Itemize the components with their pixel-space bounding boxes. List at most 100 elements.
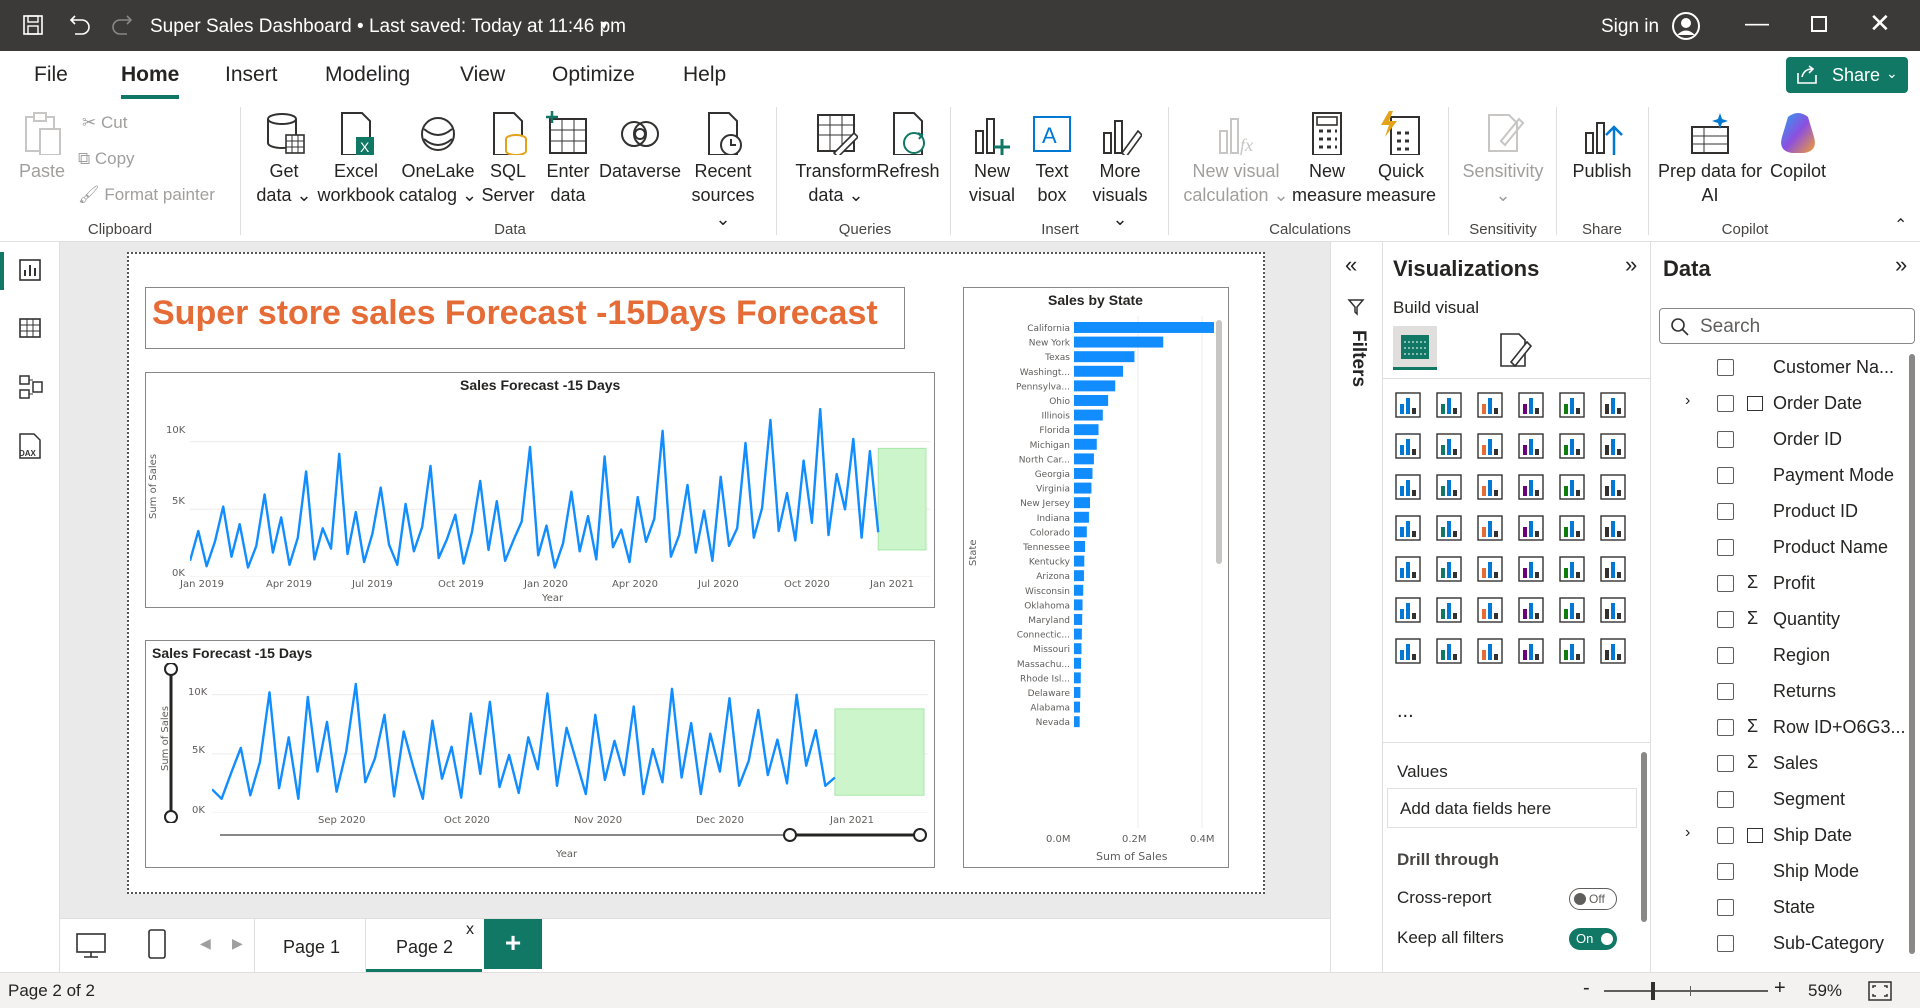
field-checkbox[interactable] — [1717, 935, 1734, 952]
sql-server-button[interactable]: SQL Server — [480, 111, 536, 207]
field-item[interactable]: State — [1651, 890, 1920, 926]
title-dropdown-icon[interactable]: ▼ — [598, 18, 610, 32]
collapse-ribbon-icon[interactable]: ⌃ — [1894, 215, 1907, 235]
funnel-icon[interactable] — [1475, 472, 1505, 502]
close-page-icon[interactable]: x — [466, 921, 474, 939]
share-button[interactable]: Share ⌄ — [1786, 57, 1908, 93]
get-data-button[interactable]: Get data ⌄ — [254, 111, 314, 207]
field-item[interactable]: Ship Mode — [1651, 854, 1920, 890]
100-stacked-area-icon[interactable] — [1516, 431, 1546, 461]
tab-page-2[interactable]: Page 2 x — [366, 919, 482, 973]
more-visuals-button[interactable]: More visuals ⌄ — [1084, 111, 1156, 231]
waterfall-icon[interactable] — [1434, 472, 1464, 502]
100-stacked-bar-icon[interactable] — [1557, 390, 1587, 420]
zoom-slider-thumb[interactable] — [1651, 982, 1655, 1000]
bar[interactable] — [1074, 351, 1135, 363]
stacked-column-icon[interactable] — [1434, 390, 1464, 420]
enter-data-button[interactable]: Enter data — [540, 111, 596, 207]
field-item[interactable]: Segment — [1651, 782, 1920, 818]
menu-view[interactable]: View — [460, 63, 505, 87]
arcgis-icon[interactable] — [1516, 636, 1546, 666]
prep-data-for-ai-button[interactable]: Prep data for AI — [1654, 111, 1766, 207]
decomposition-tree-icon[interactable] — [1475, 595, 1505, 625]
metrics-icon[interactable] — [1393, 636, 1423, 666]
bar[interactable] — [1074, 555, 1085, 567]
slicer-icon[interactable] — [1475, 554, 1505, 584]
treemap-icon[interactable] — [1393, 513, 1423, 543]
viz-pane-scrollbar[interactable] — [1641, 752, 1647, 922]
field-checkbox[interactable] — [1717, 719, 1734, 736]
menu-insert[interactable]: Insert — [225, 63, 278, 87]
add-page-button[interactable]: + — [484, 919, 542, 969]
sales-by-state-chart[interactable]: Sales by State State California New York T… — [963, 287, 1229, 868]
quick-measure-button[interactable]: Quick measure — [1364, 111, 1438, 207]
donut-icon[interactable] — [1598, 472, 1628, 502]
field-checkbox[interactable] — [1717, 791, 1734, 808]
sales-forecast-chart-zoomed[interactable]: Sales Forecast -15 Days Sum of Sales 10K… — [145, 640, 935, 868]
zoom-in-button[interactable]: + — [1774, 977, 1786, 1000]
bar[interactable] — [1074, 424, 1099, 436]
bar[interactable] — [1074, 482, 1092, 494]
bar[interactable] — [1074, 336, 1164, 348]
minimize-icon[interactable]: — — [1745, 10, 1769, 38]
copilot-button[interactable]: Copilot — [1768, 111, 1828, 183]
map-icon[interactable] — [1434, 513, 1464, 543]
menu-modeling[interactable]: Modeling — [325, 63, 410, 87]
text-box-button[interactable]: A Text box — [1028, 111, 1076, 207]
field-checkbox[interactable] — [1717, 395, 1734, 412]
bar[interactable] — [1074, 614, 1083, 625]
dataverse-button[interactable]: Dataverse — [598, 111, 682, 183]
multi-row-card-icon[interactable] — [1393, 554, 1423, 584]
table-icon[interactable] — [1516, 554, 1546, 584]
tab-page-1[interactable]: Page 1 — [254, 919, 366, 973]
field-item[interactable]: Order ID — [1651, 422, 1920, 458]
menu-help[interactable]: Help — [683, 63, 726, 87]
export-icon[interactable] — [1598, 636, 1628, 666]
field-item[interactable]: Customer Na... — [1651, 350, 1920, 386]
field-item[interactable]: Region — [1651, 638, 1920, 674]
bar[interactable] — [1074, 438, 1097, 450]
field-checkbox[interactable] — [1717, 899, 1734, 916]
build-visual-tab[interactable] — [1393, 326, 1437, 370]
model-view-icon[interactable] — [18, 374, 44, 400]
bar[interactable] — [1074, 365, 1124, 377]
refresh-button[interactable]: Refresh — [872, 111, 944, 183]
field-checkbox[interactable] — [1717, 539, 1734, 556]
line-stacked-column-icon[interactable] — [1598, 431, 1628, 461]
onelake-catalog-button[interactable]: OneLake catalog ⌄ — [398, 111, 478, 207]
expand-chevron-icon[interactable]: › — [1685, 824, 1690, 842]
undo-icon[interactable] — [68, 14, 90, 36]
narrative-icon[interactable] — [1557, 595, 1587, 625]
bar[interactable] — [1074, 453, 1094, 465]
menu-file[interactable]: File — [34, 63, 68, 87]
power-apps-icon[interactable] — [1434, 636, 1464, 666]
field-item[interactable]: Σ Quantity — [1651, 602, 1920, 638]
field-checkbox[interactable] — [1717, 647, 1734, 664]
filled-map-icon[interactable] — [1475, 513, 1505, 543]
bar[interactable] — [1074, 599, 1083, 611]
field-item[interactable]: Σ Row ID+O6G3... — [1651, 710, 1920, 746]
bar[interactable] — [1074, 526, 1087, 538]
bar[interactable] — [1074, 497, 1090, 509]
field-checkbox[interactable] — [1717, 827, 1734, 844]
data-pane-scrollbar[interactable] — [1909, 354, 1915, 954]
clustered-column-icon[interactable] — [1516, 390, 1546, 420]
zoom-slider[interactable] — [1604, 990, 1768, 992]
r-visual-icon[interactable] — [1598, 554, 1628, 584]
close-window-icon[interactable]: ✕ — [1869, 8, 1891, 39]
bar[interactable] — [1074, 468, 1093, 479]
pie-icon[interactable] — [1557, 472, 1587, 502]
stacked-area-icon[interactable] — [1475, 431, 1505, 461]
bar[interactable] — [1074, 716, 1080, 728]
field-item[interactable]: Product ID — [1651, 494, 1920, 530]
report-view-icon[interactable] — [18, 258, 42, 282]
bar[interactable] — [1074, 322, 1214, 333]
bar[interactable] — [1074, 628, 1082, 640]
sign-in-link[interactable]: Sign in — [1601, 16, 1659, 38]
bar[interactable] — [1074, 395, 1109, 406]
format-visual-icon[interactable] — [1497, 332, 1533, 368]
bar[interactable] — [1074, 584, 1084, 596]
chart-scrollbar[interactable] — [1216, 320, 1222, 564]
bar[interactable] — [1074, 657, 1082, 669]
x-zoom-slider[interactable] — [220, 827, 930, 843]
